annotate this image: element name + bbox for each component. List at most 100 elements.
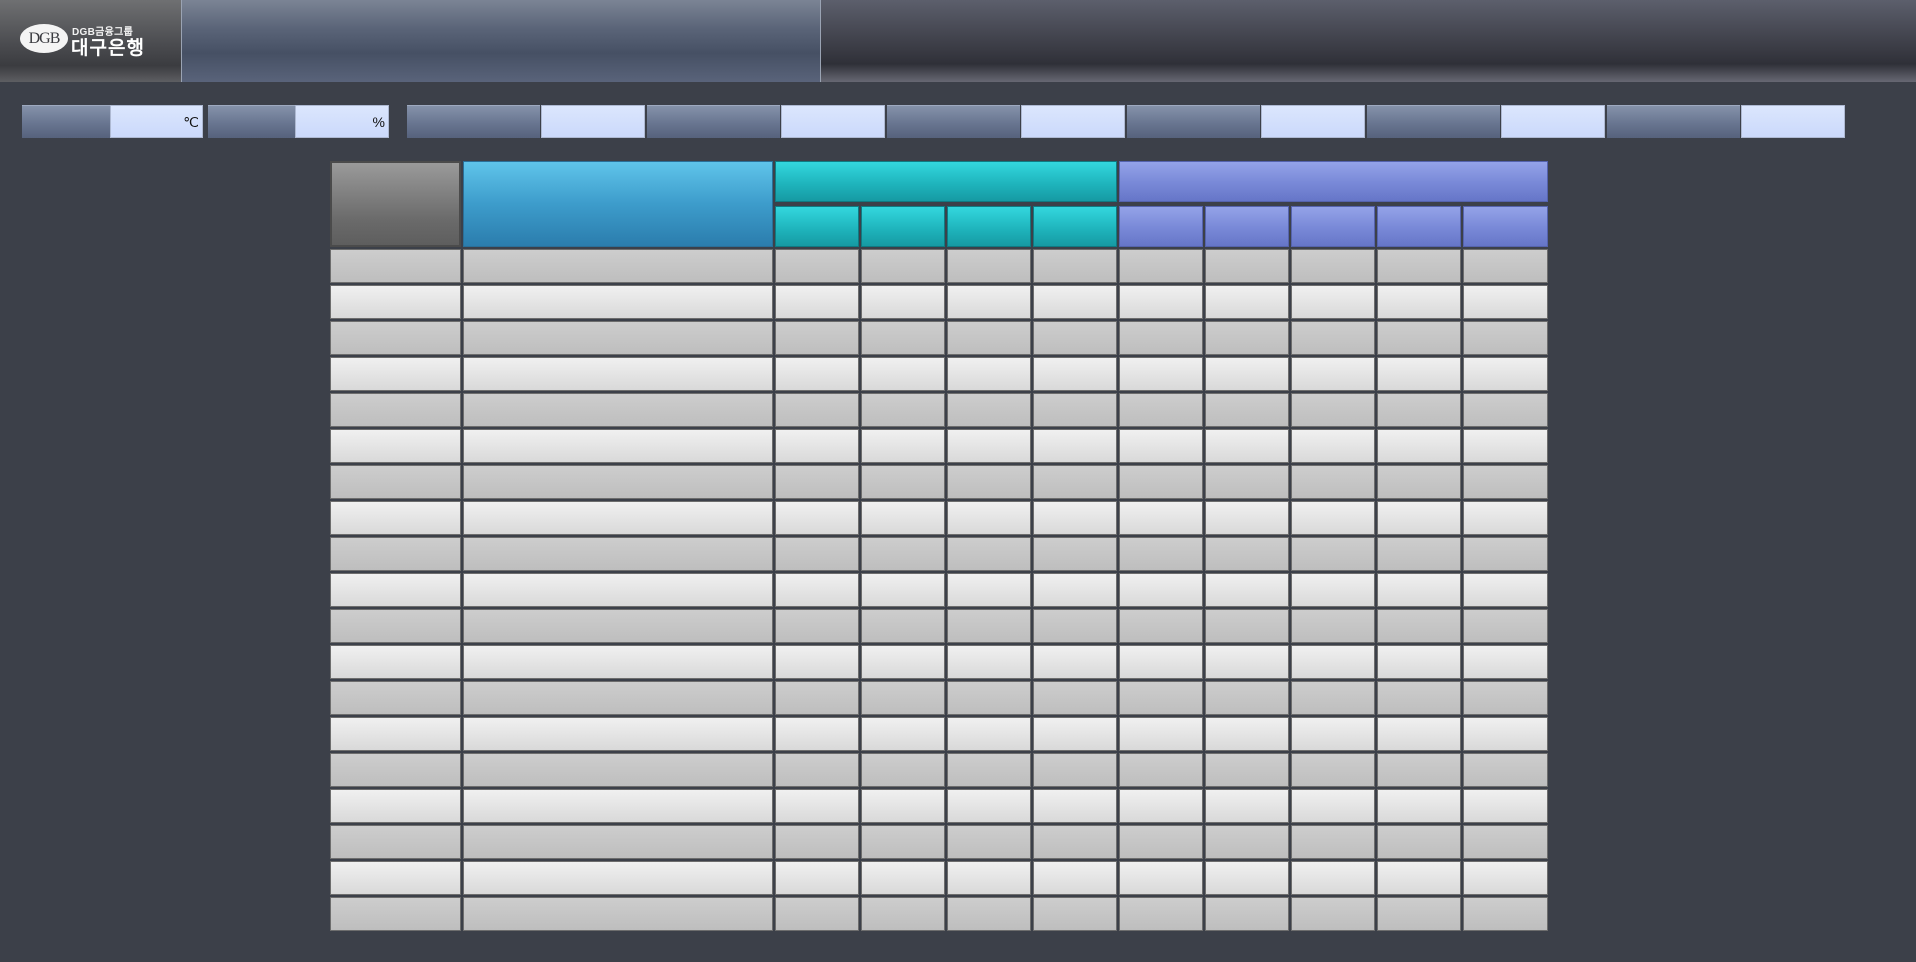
table-cell <box>1033 465 1117 499</box>
temperature-value: ℃ <box>110 105 203 138</box>
table-cell <box>1291 501 1375 535</box>
table-cell <box>330 285 461 319</box>
table-cell <box>463 861 773 895</box>
table-cell <box>330 537 461 571</box>
table-cell <box>1291 861 1375 895</box>
table-cell <box>947 393 1031 427</box>
table-cell <box>1377 645 1461 679</box>
table-cell <box>1033 717 1117 751</box>
table-cell <box>1033 753 1117 787</box>
table-cell <box>1033 249 1117 283</box>
table-cell <box>1119 645 1203 679</box>
table-cell <box>330 501 461 535</box>
table-cell <box>1377 357 1461 391</box>
table-cell <box>947 537 1031 571</box>
table-cell <box>1291 357 1375 391</box>
table-cell <box>1033 645 1117 679</box>
table-cell <box>463 465 773 499</box>
table-cell <box>1205 753 1289 787</box>
table-cell <box>1377 717 1461 751</box>
table-cell <box>861 357 945 391</box>
table-cell <box>1463 717 1548 751</box>
table-cell <box>1463 249 1548 283</box>
table-cell <box>1205 681 1289 715</box>
table-cell <box>1119 429 1203 463</box>
table-cell <box>947 321 1031 355</box>
table-cell <box>947 861 1031 895</box>
table-cell <box>1033 789 1117 823</box>
table-cell <box>1377 321 1461 355</box>
table-cell <box>1205 321 1289 355</box>
info-value-6 <box>1741 105 1845 138</box>
table-cell <box>775 681 859 715</box>
table-cell <box>1463 645 1548 679</box>
table-cell <box>947 717 1031 751</box>
table-cell <box>861 753 945 787</box>
table-cell <box>1377 681 1461 715</box>
table-cell <box>775 753 859 787</box>
table-cell <box>1205 249 1289 283</box>
table-cell <box>463 357 773 391</box>
table-cell <box>463 897 773 931</box>
table-cell <box>1033 537 1117 571</box>
table-cell <box>1291 645 1375 679</box>
table-cell <box>1119 861 1203 895</box>
table-cell <box>775 321 859 355</box>
table-cell <box>1119 789 1203 823</box>
table-cell <box>775 357 859 391</box>
table-cell <box>775 537 859 571</box>
table-cell <box>947 357 1031 391</box>
table-cell <box>1205 645 1289 679</box>
header-group-purple <box>1119 161 1548 202</box>
logo-name: 대구은행 <box>71 38 145 59</box>
table-cell <box>1205 573 1289 607</box>
table-cell <box>861 609 945 643</box>
header-purple-sub-1 <box>1119 206 1203 247</box>
table-cell <box>861 573 945 607</box>
table-cell <box>330 681 461 715</box>
info-label-2 <box>647 105 780 138</box>
table-cell <box>330 825 461 859</box>
table-cell <box>775 789 859 823</box>
info-value-1 <box>541 105 645 138</box>
table-cell <box>1119 501 1203 535</box>
table-cell <box>1119 249 1203 283</box>
table-cell <box>1291 465 1375 499</box>
table-cell <box>1463 393 1548 427</box>
table-cell <box>775 573 859 607</box>
table-cell <box>861 897 945 931</box>
table-cell <box>1291 537 1375 571</box>
table-cell <box>1205 825 1289 859</box>
table-cell <box>330 897 461 931</box>
table-cell <box>330 645 461 679</box>
table-cell <box>1205 717 1289 751</box>
table-cell <box>1119 897 1203 931</box>
table-cell <box>947 645 1031 679</box>
table-cell <box>463 321 773 355</box>
table-cell <box>861 789 945 823</box>
table-cell <box>775 501 859 535</box>
info-value-5 <box>1501 105 1605 138</box>
table-cell <box>330 465 461 499</box>
info-label-6 <box>1607 105 1740 138</box>
table-cell <box>330 321 461 355</box>
table-cell <box>1463 429 1548 463</box>
header-teal-sub-1 <box>775 206 859 247</box>
table-cell <box>463 681 773 715</box>
header-col-2 <box>463 161 773 247</box>
table-cell <box>775 645 859 679</box>
table-cell <box>330 861 461 895</box>
table-cell <box>775 717 859 751</box>
table-cell <box>463 825 773 859</box>
table-cell <box>861 249 945 283</box>
dgb-logo-mark: DGB <box>20 24 68 53</box>
table-cell <box>463 753 773 787</box>
table-cell <box>1205 861 1289 895</box>
table-cell <box>1377 825 1461 859</box>
table-cell <box>1291 825 1375 859</box>
table-cell <box>463 249 773 283</box>
table-cell <box>330 753 461 787</box>
table-cell <box>330 717 461 751</box>
table-cell <box>1033 393 1117 427</box>
table-cell <box>1119 609 1203 643</box>
